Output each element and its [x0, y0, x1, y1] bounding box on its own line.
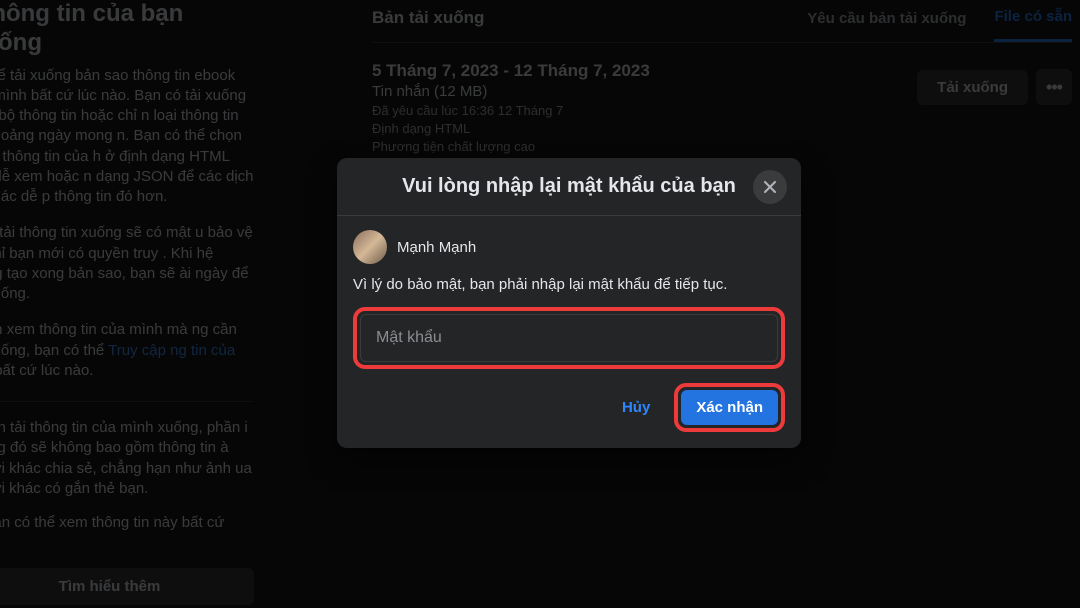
modal-header: Vui lòng nhập lại mật khẩu của bạn [337, 158, 801, 216]
modal-title: Vui lòng nhập lại mật khẩu của bạn [402, 175, 736, 198]
close-icon [760, 177, 780, 197]
confirm-button[interactable]: Xác nhận [681, 390, 778, 425]
user-row: Mạnh Mạnh [353, 230, 785, 264]
confirm-highlight: Xác nhận [674, 383, 785, 432]
password-highlight [353, 307, 785, 369]
avatar [353, 230, 387, 264]
modal-body: Mạnh Mạnh Vì lý do bảo mật, bạn phải nhậ… [337, 216, 801, 448]
cancel-button[interactable]: Hủy [608, 391, 664, 424]
modal-actions: Hủy Xác nhận [353, 383, 785, 432]
modal-description: Vì lý do bảo mật, bạn phải nhập lại mật … [353, 276, 785, 293]
user-name: Mạnh Mạnh [397, 239, 476, 256]
password-input[interactable] [360, 314, 778, 362]
close-button[interactable] [753, 170, 787, 204]
password-modal: Vui lòng nhập lại mật khẩu của bạn Mạnh … [337, 158, 801, 448]
